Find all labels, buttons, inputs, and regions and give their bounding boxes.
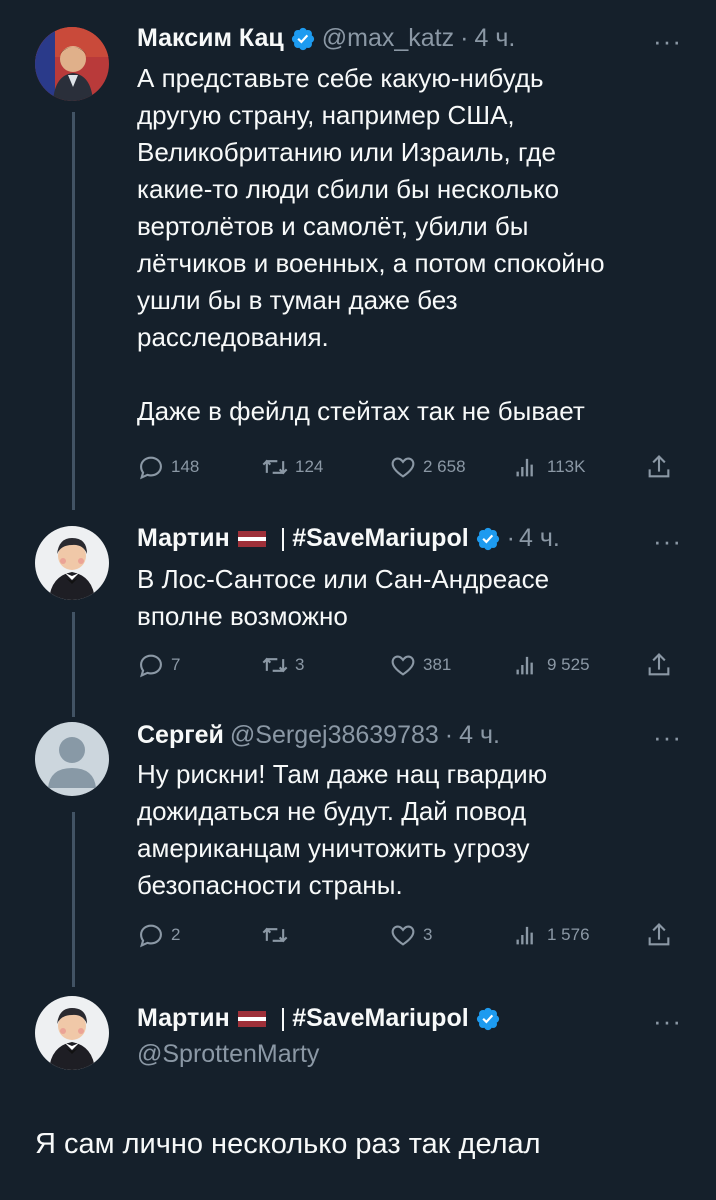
reply-button[interactable]: 7 (137, 651, 261, 679)
action-bar: 7 3 381 9 525 (137, 650, 682, 680)
tweet-text: Я сам лично несколько раз так делал (35, 1128, 541, 1160)
separator: | (279, 524, 287, 552)
tweet[interactable]: Сергей @Sergej38639783 · 4 ч. ··· Ну рис… (0, 710, 716, 990)
share-icon (648, 455, 670, 478)
like-count: 3 (423, 925, 433, 944)
reply-count: 148 (171, 457, 200, 476)
verified-icon (291, 27, 314, 50)
like-count: 2 658 (423, 457, 466, 476)
reply-count: 7 (171, 655, 181, 674)
tweet[interactable]: Максим Кац @max_katz · 4 ч. ··· А предст… (0, 0, 716, 510)
author-handle[interactable]: @Sergej38639783 (230, 721, 439, 750)
retweet-count: 124 (295, 457, 324, 476)
reply-button[interactable]: 2 (137, 921, 261, 949)
author-name[interactable]: Сергей (137, 721, 224, 750)
retweet-icon (262, 657, 288, 673)
retweet-button[interactable] (261, 921, 389, 949)
author-name[interactable]: Максим Кац (137, 24, 284, 53)
analytics-icon (516, 656, 533, 675)
latvia-flag-icon (237, 1010, 266, 1027)
views-count: 1 576 (547, 925, 590, 944)
tweet-text: В Лос-Сантосе или Сан-Андреасе вполне во… (137, 564, 550, 631)
author-name[interactable]: Мартин (137, 524, 230, 553)
verified-icon (476, 1007, 499, 1030)
retweet-icon (262, 459, 288, 475)
action-bar: 148 124 2 658 113K (137, 452, 682, 482)
tweet-text: Ну рискни! Там даже нац гвардию дожидать… (137, 759, 548, 900)
reply-button[interactable]: 148 (137, 453, 261, 481)
tweet-header: Мартин | #SaveMariupol (137, 1004, 507, 1033)
author-handle[interactable]: @SprottenMarty (137, 1040, 319, 1069)
analytics-icon (516, 458, 533, 477)
tweet[interactable]: Мартин | #SaveMariupol · 4 ч. ··· В Лос-… (0, 510, 716, 710)
timestamp[interactable]: 4 ч. (519, 524, 560, 553)
like-button[interactable]: 381 (389, 651, 513, 679)
author-name-suffix[interactable]: #SaveMariupol (292, 524, 468, 553)
dot: · (460, 24, 469, 52)
retweet-button[interactable]: 3 (261, 651, 389, 679)
views-button[interactable]: 9 525 (513, 651, 645, 679)
retweet-count: 3 (295, 655, 305, 674)
share-icon (648, 923, 670, 946)
reply-count: 2 (171, 925, 181, 944)
author-name[interactable]: Мартин (137, 1004, 230, 1033)
tweet-header: Мартин | #SaveMariupol · 4 ч. (137, 524, 560, 553)
reply-icon (140, 654, 162, 678)
heart-icon (391, 925, 415, 946)
share-button[interactable] (645, 651, 673, 679)
heart-icon (391, 655, 415, 676)
reply-icon (140, 924, 162, 948)
tweet-text: А представьте себе какую-нибудь другую с… (137, 63, 605, 426)
retweet-icon (262, 927, 288, 943)
avatar[interactable] (35, 27, 109, 101)
share-button[interactable] (645, 921, 673, 949)
action-bar: 2 3 1 576 (137, 920, 682, 950)
separator: | (279, 1004, 287, 1032)
timestamp[interactable]: 4 ч. (459, 721, 500, 750)
more-options-button[interactable]: ··· (653, 26, 682, 57)
views-count: 113K (547, 457, 586, 476)
analytics-icon (516, 926, 533, 945)
like-button[interactable]: 3 (389, 921, 513, 949)
views-button[interactable]: 1 576 (513, 921, 645, 949)
dot: · (506, 524, 515, 552)
tweet-header: Сергей @Sergej38639783 · 4 ч. (137, 721, 500, 750)
views-count: 9 525 (547, 655, 590, 674)
retweet-button[interactable]: 124 (261, 453, 389, 481)
author-name-suffix[interactable]: #SaveMariupol (292, 1004, 468, 1033)
avatar[interactable] (35, 722, 109, 796)
like-count: 381 (423, 655, 452, 674)
reply-icon (140, 456, 162, 480)
verified-icon (476, 527, 499, 550)
more-options-button[interactable]: ··· (653, 1006, 682, 1037)
tweet[interactable]: Мартин | #SaveMariupol ··· (0, 990, 716, 1200)
more-options-button[interactable]: ··· (653, 722, 682, 753)
avatar[interactable] (35, 996, 109, 1070)
author-handle[interactable]: @max_katz (322, 24, 454, 53)
tweet-header: Максим Кац @max_katz · 4 ч. (137, 24, 515, 53)
heart-icon (391, 457, 415, 478)
latvia-flag-icon (237, 530, 266, 547)
avatar[interactable] (35, 526, 109, 600)
like-button[interactable]: 2 658 (389, 453, 513, 481)
share-icon (648, 653, 670, 676)
share-button[interactable] (645, 453, 673, 481)
timestamp[interactable]: 4 ч. (474, 24, 515, 53)
dot: · (444, 721, 454, 749)
more-options-button[interactable]: ··· (653, 526, 682, 557)
views-button[interactable]: 113K (513, 453, 645, 481)
